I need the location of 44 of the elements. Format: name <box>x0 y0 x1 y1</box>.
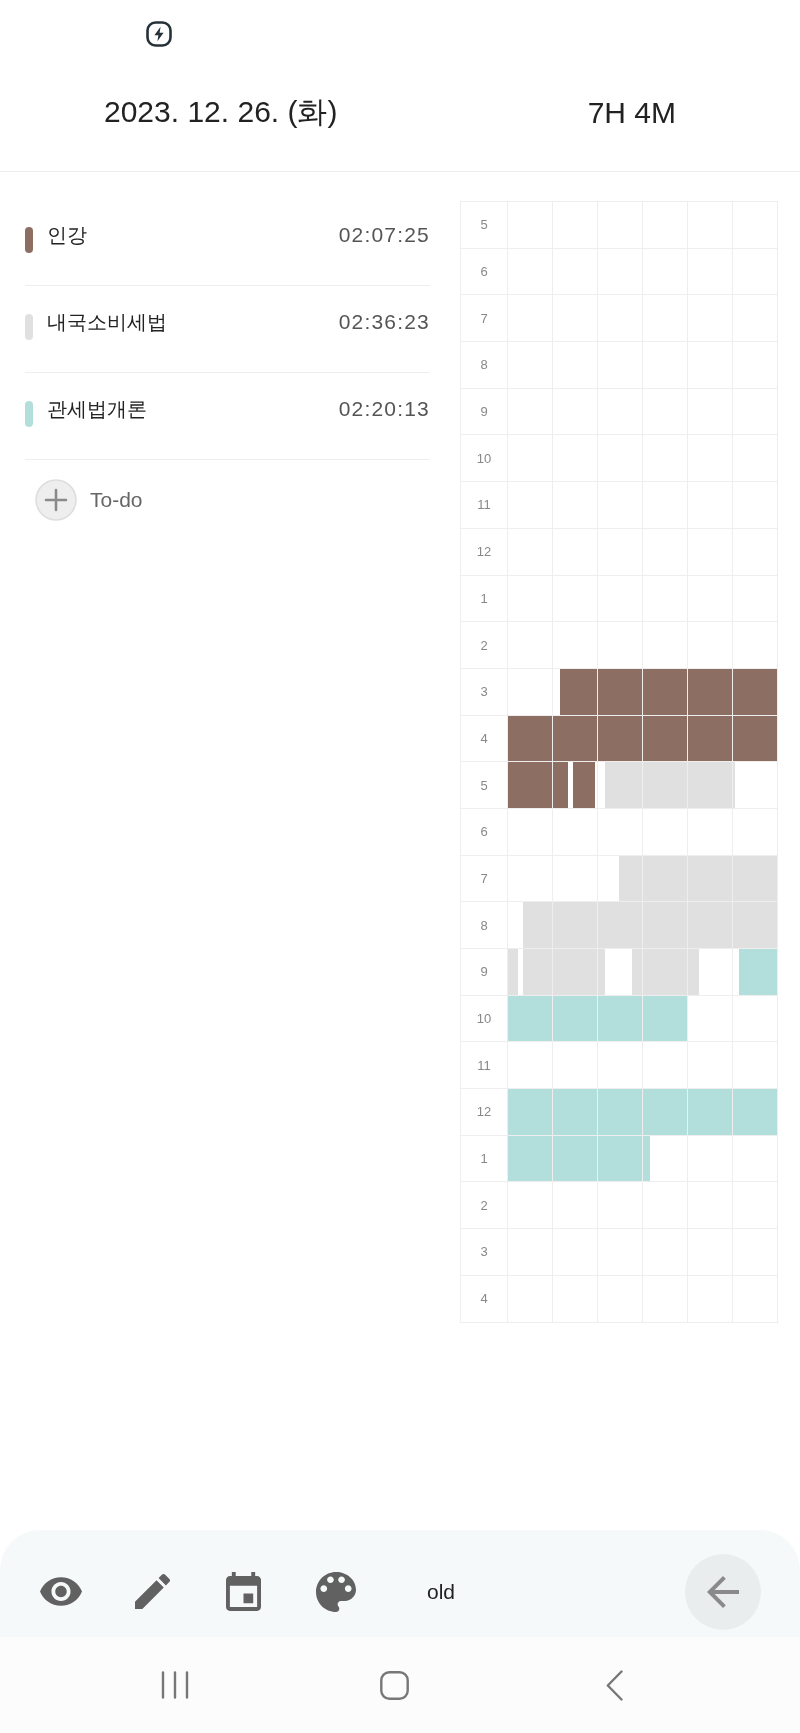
recent-apps-icon[interactable] <box>161 1671 189 1699</box>
hour-label: 9 <box>480 964 488 980</box>
hour-label: 10 <box>476 1011 492 1027</box>
hour-label: 6 <box>480 264 488 280</box>
hour-label: 7 <box>480 870 488 886</box>
subject-name: 내국소비세법 <box>47 309 167 335</box>
calendar-icon[interactable] <box>226 1572 261 1611</box>
hour-label: 6 <box>480 824 488 840</box>
eye-icon[interactable] <box>40 1577 82 1606</box>
hour-label: 7 <box>480 310 488 326</box>
hour-label: 1 <box>480 590 488 606</box>
hour-label: 5 <box>480 777 488 793</box>
hour-label: 5 <box>480 217 488 233</box>
hour-label: 12 <box>476 544 492 560</box>
hour-label: 4 <box>480 730 488 746</box>
elapsed-time: 02:36:23 <box>338 310 430 334</box>
mode-toggle[interactable]: old <box>427 1579 456 1604</box>
subject-name: 관세법개론 <box>47 396 147 422</box>
hour-label: 3 <box>480 684 488 700</box>
hour-label: 11 <box>477 497 491 513</box>
home-icon[interactable] <box>380 1670 409 1700</box>
back-icon[interactable] <box>606 1669 623 1701</box>
elapsed-time: 02:07:25 <box>338 223 430 247</box>
total-time: 7H 4M <box>587 95 676 130</box>
hour-label: 8 <box>480 357 488 373</box>
hour-label: 9 <box>480 404 488 420</box>
hour-label: 2 <box>480 637 488 653</box>
hour-label: 2 <box>480 1197 488 1213</box>
hour-label: 3 <box>480 1244 488 1260</box>
lightning-icon <box>146 21 172 47</box>
hour-label: 1 <box>480 1151 488 1167</box>
hour-label: 10 <box>476 450 492 466</box>
arrow-left-icon <box>707 1575 739 1608</box>
elapsed-time: 02:20:13 <box>338 397 430 421</box>
date-title: 2023. 12. 26. (화) <box>104 94 338 130</box>
palette-icon[interactable] <box>316 1571 356 1612</box>
hour-label: 4 <box>480 1291 488 1307</box>
pencil-icon[interactable] <box>135 1574 170 1609</box>
hour-label: 8 <box>480 917 488 933</box>
add-todo-button[interactable]: To-do <box>35 479 143 521</box>
hour-label: 12 <box>476 1104 492 1120</box>
hour-label: 11 <box>477 1057 491 1073</box>
subject-name: 인강 <box>47 222 87 248</box>
plus-icon <box>35 479 77 521</box>
